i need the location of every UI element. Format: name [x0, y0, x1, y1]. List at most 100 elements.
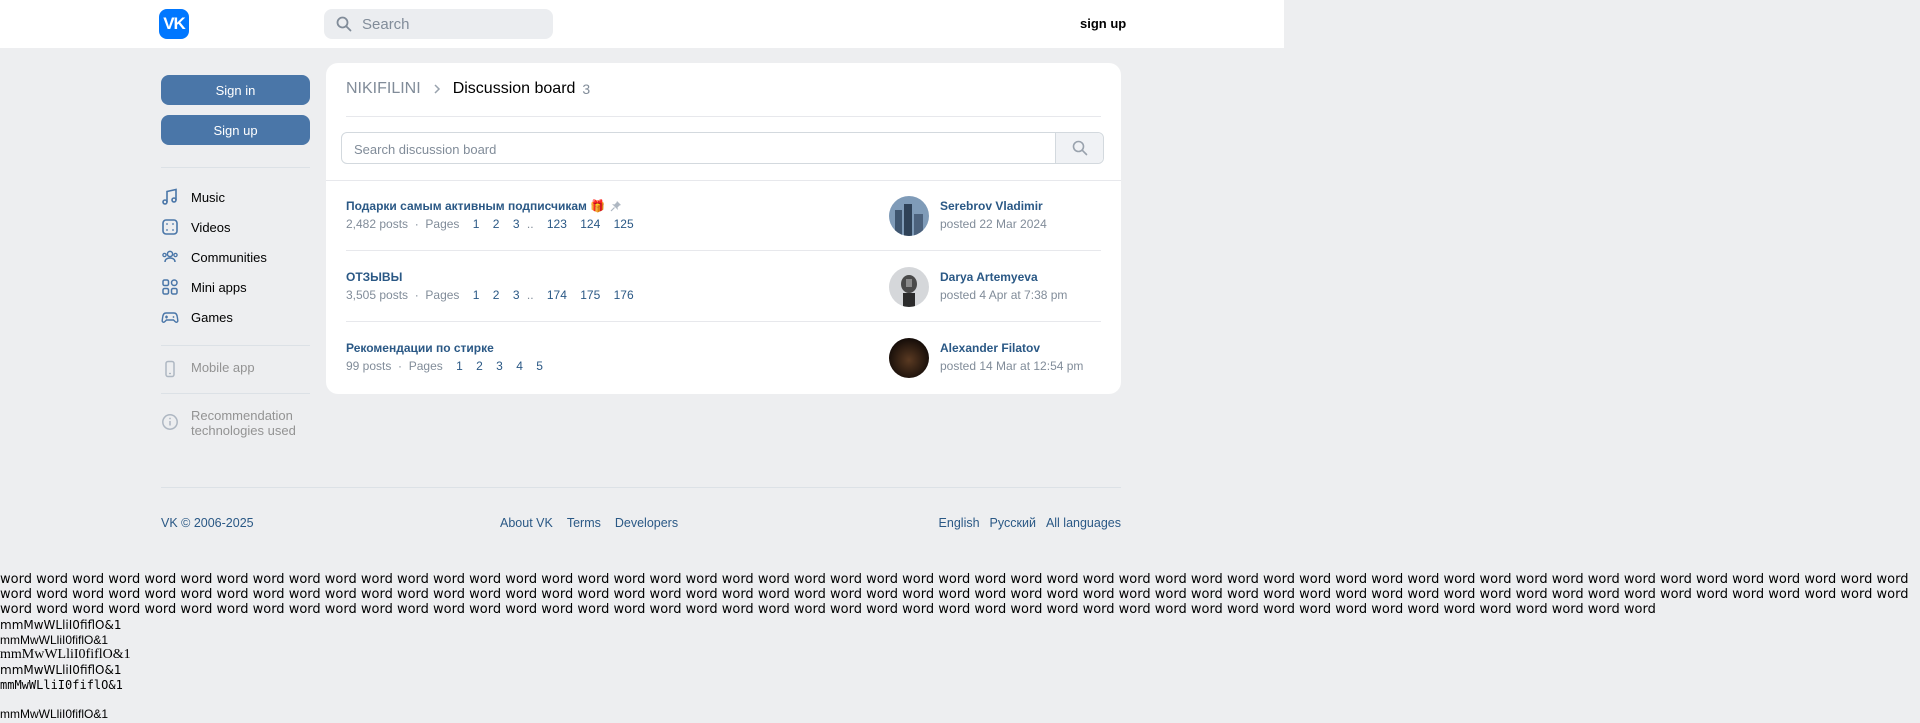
header-signup-link[interactable]: sign up — [1080, 16, 1126, 31]
sidebar-item-mobile-app[interactable]: Mobile app — [161, 360, 255, 380]
avatar-city-image — [889, 196, 929, 236]
page-link[interactable]: 1 — [456, 359, 463, 373]
footer-divider — [161, 487, 1121, 488]
page-link[interactable]: 176 — [614, 288, 634, 302]
language-links: English Русский All languages — [939, 516, 1121, 530]
footer-link-about[interactable]: About VK — [500, 516, 553, 530]
author-link[interactable]: Serebrov Vladimir — [940, 199, 1043, 213]
recommendation-line-2: technologies used — [191, 423, 296, 438]
sidebar-item-label: Games — [191, 309, 233, 325]
font-sample: mmMwWLliI0fiflO&1 — [0, 707, 109, 721]
topic-title: Рекомендации по стирке — [346, 341, 494, 355]
topic-meta: 99 posts · Pages 1 2 3 4 5 — [346, 359, 543, 373]
sidebar-divider — [161, 345, 310, 346]
sidebar-item-music[interactable]: Music — [161, 187, 225, 207]
top-bar: VK Search sign up — [0, 0, 1284, 48]
page-link[interactable]: 3 — [513, 217, 520, 231]
avatar[interactable] — [889, 267, 929, 307]
page-link[interactable]: 124 — [580, 217, 600, 231]
topic-meta: 3,505 posts · Pages 1 2 3 .. 174 175 176 — [346, 288, 634, 302]
recommendation-line-1: Recommendation — [191, 408, 293, 423]
font-sample: mmMwWLliI0fiflO&1 — [0, 678, 123, 692]
board-search-button[interactable] — [1055, 133, 1103, 163]
post-count: 3,505 posts — [346, 288, 409, 302]
page-link[interactable]: 1 — [473, 217, 480, 231]
pages-ellipsis: .. — [526, 217, 534, 231]
mini-apps-icon — [162, 279, 178, 295]
page-link[interactable]: 1 — [473, 288, 480, 302]
page-link[interactable]: 5 — [536, 359, 543, 373]
breadcrumb-group-link[interactable]: NIKIFILINI — [346, 80, 421, 98]
font-sample: mmMwWLliI0fiflO&1 — [0, 618, 122, 632]
author-link[interactable]: Alexander Filatov — [940, 341, 1040, 355]
author-link[interactable]: Darya Artemyeva — [940, 270, 1038, 284]
sidebar-item-label: Videos — [191, 219, 231, 235]
pages-ellipsis: .. — [526, 288, 534, 302]
topic-count: 3 — [582, 81, 591, 97]
chevron-right-icon — [434, 84, 440, 94]
sidebar-item-label: Mobile app — [191, 360, 255, 375]
topic-row: ОТЗЫВЫ 3,505 posts · Pages 1 2 3 .. 174 … — [346, 252, 1101, 322]
page-link[interactable]: 125 — [614, 217, 634, 231]
page-link[interactable]: 4 — [516, 359, 523, 373]
page-link[interactable]: 3 — [513, 288, 520, 302]
mobile-phone-icon — [165, 360, 175, 378]
sidebar-item-label: Communities — [191, 249, 267, 265]
avatar-dark-image — [889, 338, 929, 378]
posted-time: posted 14 Mar at 12:54 pm — [940, 359, 1084, 373]
sidebar-item-label: Music — [191, 189, 225, 205]
sidebar-item-communities[interactable]: Communities — [161, 247, 267, 267]
sidebar-item-label: Mini apps — [191, 279, 247, 295]
sign-in-button[interactable]: Sign in — [161, 75, 310, 105]
topic-title-link[interactable]: Подарки самым активным подписчикам 🎁 — [346, 199, 622, 213]
language-all[interactable]: All languages — [1046, 516, 1121, 530]
music-icon — [162, 188, 177, 205]
breadcrumb: NIKIFILINI Discussion board 3 — [346, 80, 590, 98]
language-english[interactable]: English — [939, 516, 980, 530]
page-link[interactable]: 2 — [493, 217, 500, 231]
topic-meta: 2,482 posts · Pages 1 2 3 .. 123 124 125 — [346, 217, 634, 231]
page-title: Discussion board — [452, 80, 576, 97]
global-search-input[interactable]: Search — [324, 9, 553, 39]
topic-title: ОТЗЫВЫ — [346, 270, 403, 284]
avatar[interactable] — [889, 338, 929, 378]
footer-link-terms[interactable]: Terms — [567, 516, 601, 530]
font-sample: mmMwWLliI0fiflO&1 — [0, 647, 131, 662]
search-icon — [336, 16, 352, 32]
info-icon — [162, 414, 178, 430]
vk-logo[interactable]: VK — [159, 9, 189, 39]
sidebar-item-games[interactable]: Games — [161, 307, 233, 327]
sign-up-button[interactable]: Sign up — [161, 115, 310, 145]
divider — [346, 250, 1101, 251]
board-search-input[interactable]: Search discussion board — [341, 132, 1104, 164]
divider — [346, 321, 1101, 322]
pages-label: Pages — [408, 359, 443, 373]
sidebar-item-recommendations[interactable]: Recommendation technologies used — [161, 408, 296, 438]
pages-label: Pages — [425, 217, 460, 231]
page-link[interactable]: 3 — [496, 359, 503, 373]
footer-link-developers[interactable]: Developers — [615, 516, 678, 530]
sidebar-divider — [161, 167, 310, 168]
topic-title: Подарки самым активным подписчикам 🎁 — [346, 199, 606, 213]
page-link[interactable]: 2 — [493, 288, 500, 302]
avatar-portrait-image — [889, 267, 929, 307]
copyright[interactable]: VK © 2006-2025 — [161, 516, 254, 530]
page-link[interactable]: 2 — [476, 359, 483, 373]
sidebar-item-mini-apps[interactable]: Mini apps — [161, 277, 247, 297]
communities-icon — [162, 250, 178, 263]
footer-links: About VK Terms Developers — [500, 516, 678, 530]
topic-title-link[interactable]: ОТЗЫВЫ — [346, 270, 402, 284]
post-count: 2,482 posts — [346, 217, 409, 231]
pages-label: Pages — [425, 288, 460, 302]
avatar[interactable] — [889, 196, 929, 236]
page-link[interactable]: 123 — [547, 217, 567, 231]
language-russian[interactable]: Русский — [990, 516, 1036, 530]
global-search-placeholder: Search — [362, 15, 410, 33]
search-icon — [1072, 140, 1087, 156]
topic-row: Рекомендации по стирке 99 posts · Pages … — [346, 323, 1101, 393]
topic-title-link[interactable]: Рекомендации по стирке — [346, 341, 494, 355]
page-link[interactable]: 175 — [580, 288, 600, 302]
font-sample: mmMwWLliI0fiflO&1 — [0, 633, 109, 647]
sidebar-item-videos[interactable]: Videos — [161, 217, 231, 237]
page-link[interactable]: 174 — [547, 288, 567, 302]
